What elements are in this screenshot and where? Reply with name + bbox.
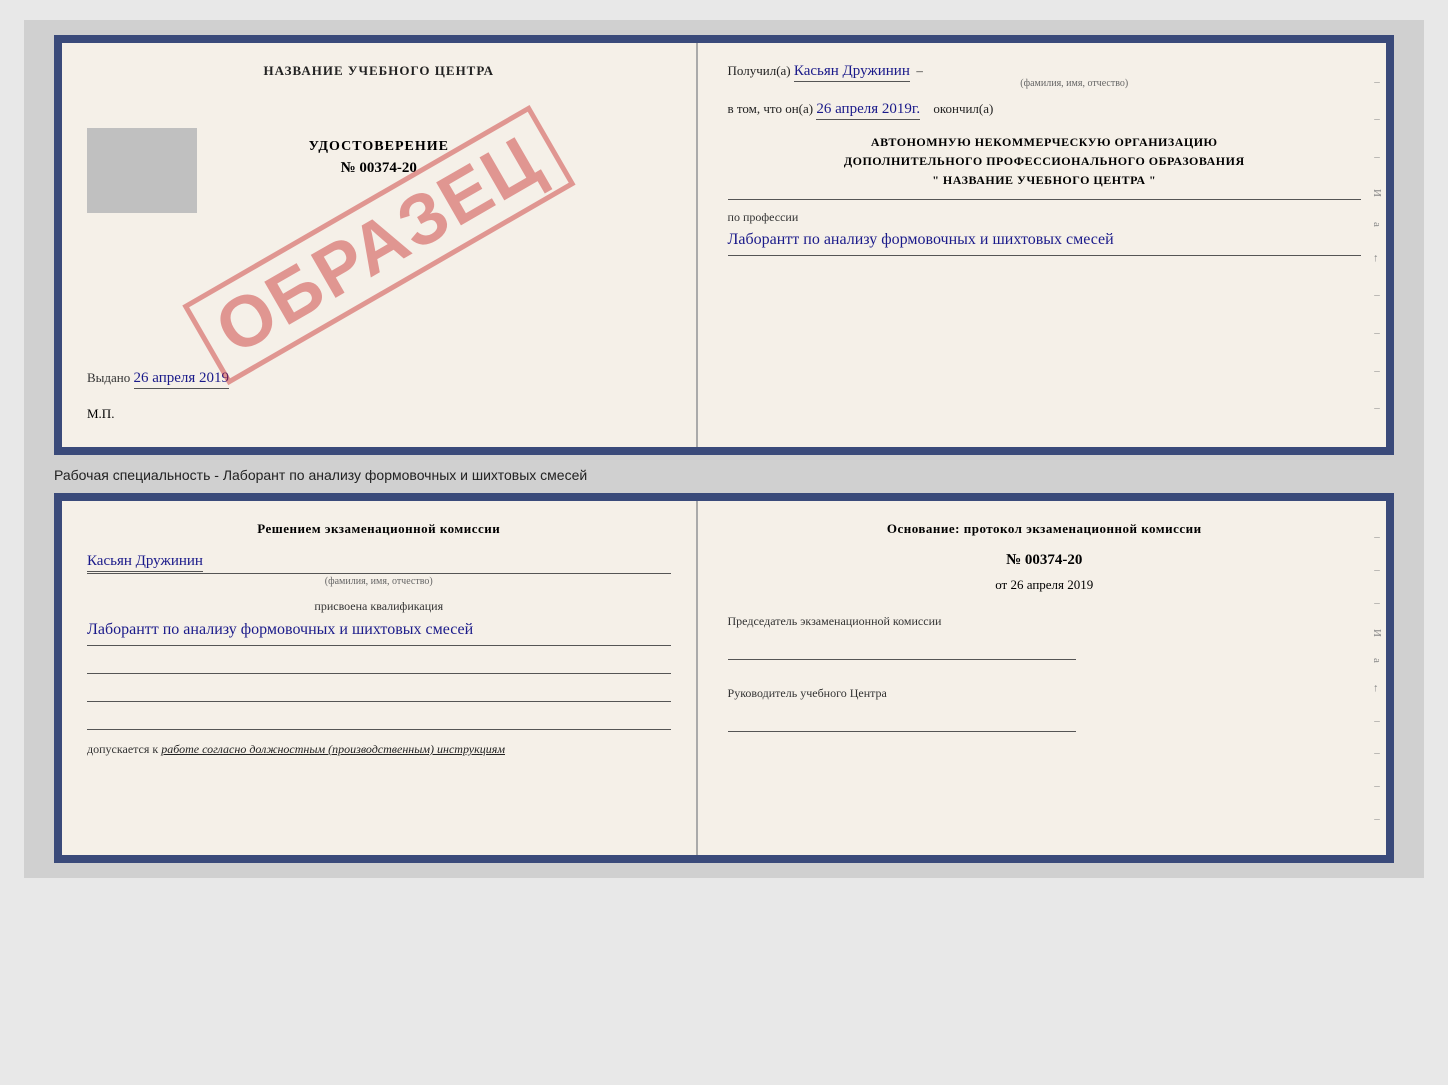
- komissia-title: Решением экзаменационной комиссии: [87, 521, 671, 537]
- a-mark-b: а: [1371, 658, 1383, 663]
- dash-4: –: [1374, 289, 1380, 301]
- org-block: АВТОНОМНУЮ НЕКОММЕРЧЕСКУЮ ОРГАНИЗАЦИЮ ДО…: [728, 133, 1361, 200]
- protocol-date-prefix: от: [995, 577, 1007, 592]
- dash-b1: –: [1374, 531, 1380, 543]
- poluchil-label: Получил(а): [728, 63, 791, 78]
- dash-3: –: [1374, 151, 1380, 163]
- rukovoditel-block: Руководитель учебного Центра: [728, 685, 1361, 732]
- page-wrapper: НАЗВАНИЕ УЧЕБНОГО ЦЕНТРА ОБРАЗЕЦ УДОСТОВ…: [24, 20, 1424, 878]
- vidano-date: 26 апреля 2019: [134, 370, 230, 389]
- vtom-label: в том, что он(а): [728, 101, 814, 116]
- protocol-date: от 26 апреля 2019: [728, 577, 1361, 593]
- org-line3: " НАЗВАНИЕ УЧЕБНОГО ЦЕНТРА ": [728, 171, 1361, 190]
- top-doc-left: НАЗВАНИЕ УЧЕБНОГО ЦЕНТРА ОБРАЗЕЦ УДОСТОВ…: [62, 43, 698, 447]
- poluchil-field: Получил(а) Касьян Дружинин – (фамилия, и…: [728, 63, 1361, 89]
- photo-placeholder: [87, 128, 197, 213]
- dash-b4: –: [1374, 715, 1380, 727]
- dopuskaetsya-label: допускается к работе согласно должностны…: [87, 740, 671, 758]
- top-doc-right: Получил(а) Касьян Дружинин – (фамилия, и…: [698, 43, 1386, 447]
- right-side-marks-bottom: – – – И а ← – – – –: [1368, 501, 1386, 855]
- vidano-label: Выдано: [87, 370, 130, 385]
- blank-line-1: [87, 656, 671, 674]
- blank-line-2: [87, 684, 671, 702]
- profession-value-top: Лаборантт по анализу формовочных и шихто…: [728, 228, 1361, 256]
- center-title: НАЗВАНИЕ УЧЕБНОГО ЦЕНТРА: [87, 63, 671, 79]
- right-side-marks-top: – – – И а ← – – – –: [1368, 43, 1386, 447]
- dash-1: –: [1374, 76, 1380, 88]
- kvalifikaciya-label: присвоена квалификация: [87, 599, 671, 614]
- dopuskaetsya-prefix: допускается к: [87, 742, 158, 756]
- bottom-document: Решением экзаменационной комиссии Касьян…: [54, 493, 1394, 863]
- rukovoditel-label: Руководитель учебного Центра: [728, 685, 1361, 702]
- dash-5: –: [1374, 327, 1380, 339]
- vtom-date: 26 апреля 2019г.: [816, 101, 920, 120]
- mp-label: М.П.: [87, 406, 114, 422]
- osnovanie-title: Основание: протокол экзаменационной коми…: [728, 521, 1361, 537]
- name-bottom: Касьян Дружинин: [87, 553, 203, 572]
- vidano-line: Выдано 26 апреля 2019: [87, 370, 229, 387]
- top-document: НАЗВАНИЕ УЧЕБНОГО ЦЕНТРА ОБРАЗЕЦ УДОСТОВ…: [54, 35, 1394, 455]
- poluchil-name: Касьян Дружинин: [794, 63, 910, 82]
- predsedatel-block: Председатель экзаменационной комиссии: [728, 613, 1361, 660]
- okoncil-label: окончил(а): [933, 101, 993, 116]
- protocol-number: № 00374-20: [728, 552, 1361, 569]
- dash-6: –: [1374, 365, 1380, 377]
- arrow-mark: ←: [1371, 253, 1383, 264]
- dash-2: –: [1374, 113, 1380, 125]
- dash-7: –: [1374, 402, 1380, 414]
- dash-b2: –: [1374, 564, 1380, 576]
- i-mark-b: И: [1371, 629, 1383, 637]
- bottom-doc-right: Основание: протокол экзаменационной коми…: [698, 501, 1386, 855]
- bottom-doc-left: Решением экзаменационной комиссии Касьян…: [62, 501, 698, 855]
- dash-b3: –: [1374, 597, 1380, 609]
- predsedatel-label: Председатель экзаменационной комиссии: [728, 613, 1361, 630]
- profession-block: по профессии Лаборантт по анализу формов…: [728, 210, 1361, 256]
- fio-sublabel-bottom: (фамилия, имя, отчество): [87, 576, 671, 587]
- org-line1: АВТОНОМНУЮ НЕКОММЕРЧЕСКУЮ ОРГАНИЗАЦИЮ: [728, 133, 1361, 152]
- arrow-mark-b: ←: [1371, 683, 1383, 694]
- org-line2: ДОПОЛНИТЕЛЬНОГО ПРОФЕССИОНАЛЬНОГО ОБРАЗО…: [728, 152, 1361, 171]
- name-line-bottom: Касьян Дружинин: [87, 552, 671, 574]
- dash-b5: –: [1374, 747, 1380, 759]
- dash-b6: –: [1374, 780, 1380, 792]
- vtom-field: в том, что он(а) 26 апреля 2019г. окончи…: [728, 101, 1361, 118]
- dash-b7: –: [1374, 813, 1380, 825]
- a-mark: а: [1371, 222, 1383, 227]
- protocol-date-value: 26 апреля 2019: [1010, 577, 1093, 592]
- dopuskaetsya-value: работе согласно должностным (производств…: [161, 742, 505, 756]
- subtitle-text: Рабочая специальность - Лаборант по анал…: [54, 467, 1394, 483]
- kvalifikaciya-value: Лаборантт по анализу формовочных и шихто…: [87, 618, 671, 646]
- po-professii-label: по профессии: [728, 210, 1361, 225]
- i-mark: И: [1371, 189, 1383, 197]
- predsedatel-signature-line: [728, 635, 1076, 660]
- blank-line-3: [87, 712, 671, 730]
- rukovoditel-signature-line: [728, 707, 1076, 732]
